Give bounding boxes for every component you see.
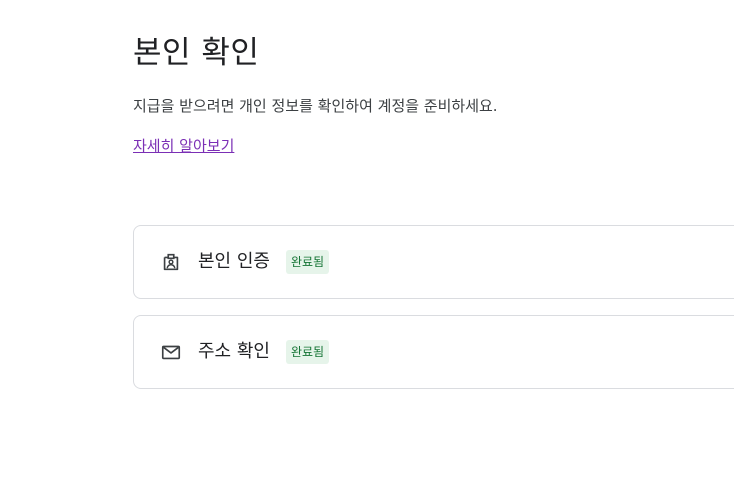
address-verification-label: 주소 확인 (198, 341, 270, 362)
verification-page: 본인 확인 지급을 받으려면 개인 정보를 확인하여 계정을 준비하세요. 자세… (0, 0, 734, 500)
address-status-badge: 완료됨 (285, 340, 330, 364)
page-title: 본인 확인 (133, 35, 260, 71)
identity-status-badge: 완료됨 (285, 250, 330, 274)
learn-more-link[interactable]: 자세히 알아보기 (133, 136, 234, 156)
identity-verification-card[interactable]: 본인 인증 완료됨 (133, 225, 734, 299)
main-content: 본인 확인 지급을 받으려면 개인 정보를 확인하여 계정을 준비하세요. 자세… (133, 28, 734, 389)
mail-icon (160, 341, 182, 363)
id-badge-icon (160, 251, 182, 273)
address-verification-card[interactable]: 주소 확인 완료됨 (133, 315, 734, 389)
verification-cards: 본인 인증 완료됨 주소 확인 완료됨 (133, 225, 734, 389)
page-description: 지급을 받으려면 개인 정보를 확인하여 계정을 준비하세요. (133, 97, 498, 115)
identity-verification-label: 본인 인증 (198, 251, 270, 272)
